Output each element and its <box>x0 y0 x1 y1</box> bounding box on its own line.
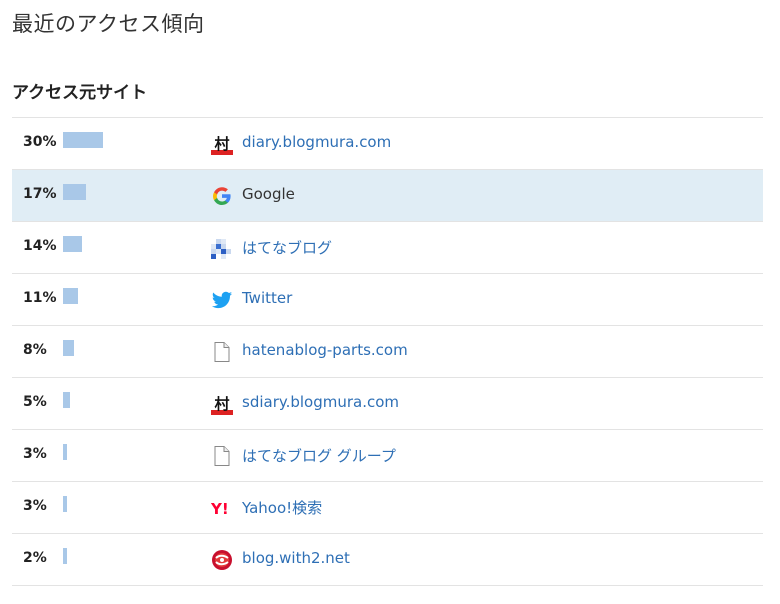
percent-label: 17% <box>23 186 57 202</box>
svg-text:村: 村 <box>214 135 229 153</box>
percent-bar <box>63 236 82 252</box>
percent-label: 14% <box>23 238 57 254</box>
percent-label: 8% <box>23 342 47 358</box>
site-link[interactable]: はてなブログ <box>242 237 332 258</box>
percent-label: 2% <box>23 550 47 566</box>
twitter-icon <box>211 289 233 311</box>
svg-text:村: 村 <box>214 395 229 413</box>
percent-label: 3% <box>23 498 47 514</box>
source-row: 2% blog.with2.net <box>12 534 763 586</box>
percent-bar <box>63 444 67 460</box>
percent-bar <box>63 132 103 148</box>
site-link[interactable]: blog.with2.net <box>242 549 350 567</box>
blogmura-icon: 村 <box>211 393 233 415</box>
percent-label: 3% <box>23 446 47 462</box>
source-row: 8% hatenablog-parts.com <box>12 326 763 378</box>
percent-label: 5% <box>23 394 47 410</box>
page-title: 最近のアクセス傾向 <box>12 12 205 36</box>
site-link[interactable]: Google <box>242 185 295 203</box>
access-source-table: 30% 村 diary.blogmura.com 17% Google 14% はてなブログ… <box>12 117 763 586</box>
with2-icon <box>211 549 233 571</box>
source-row: 30% 村 diary.blogmura.com <box>12 118 763 170</box>
site-link[interactable]: Yahoo!検索 <box>242 497 322 518</box>
hatena-blog-icon <box>211 237 233 259</box>
site-link[interactable]: diary.blogmura.com <box>242 133 391 151</box>
percent-bar <box>63 496 67 512</box>
source-row: 3% はてなブログ グループ <box>12 430 763 482</box>
percent-bar <box>63 340 74 356</box>
google-icon <box>211 185 233 207</box>
percent-bar <box>63 184 86 200</box>
percent-label: 11% <box>23 290 57 306</box>
site-link[interactable]: hatenablog-parts.com <box>242 341 408 359</box>
percent-bar <box>63 548 67 564</box>
percent-bar <box>63 392 70 408</box>
blogmura-icon: 村 <box>211 133 233 155</box>
source-row: 14% はてなブログ <box>12 222 763 274</box>
site-link[interactable]: はてなブログ グループ <box>242 445 396 466</box>
percent-bar <box>63 288 78 304</box>
site-link[interactable]: Twitter <box>242 289 292 307</box>
page-icon <box>211 445 233 467</box>
source-row: 5% 村 sdiary.blogmura.com <box>12 378 763 430</box>
site-link[interactable]: sdiary.blogmura.com <box>242 393 399 411</box>
page-icon <box>211 341 233 363</box>
yahoo-icon: Y! <box>211 497 233 519</box>
source-row: 3% Y! Yahoo!検索 <box>12 482 763 534</box>
source-row: 11% Twitter <box>12 274 763 326</box>
svg-text:Y!: Y! <box>211 500 229 518</box>
percent-label: 30% <box>23 134 57 150</box>
section-title: アクセス元サイト <box>12 83 148 103</box>
access-trend-page: 最近のアクセス傾向 アクセス元サイト 30% 村 diary.blogmura.co… <box>0 0 780 604</box>
source-row: 17% Google <box>12 170 763 222</box>
